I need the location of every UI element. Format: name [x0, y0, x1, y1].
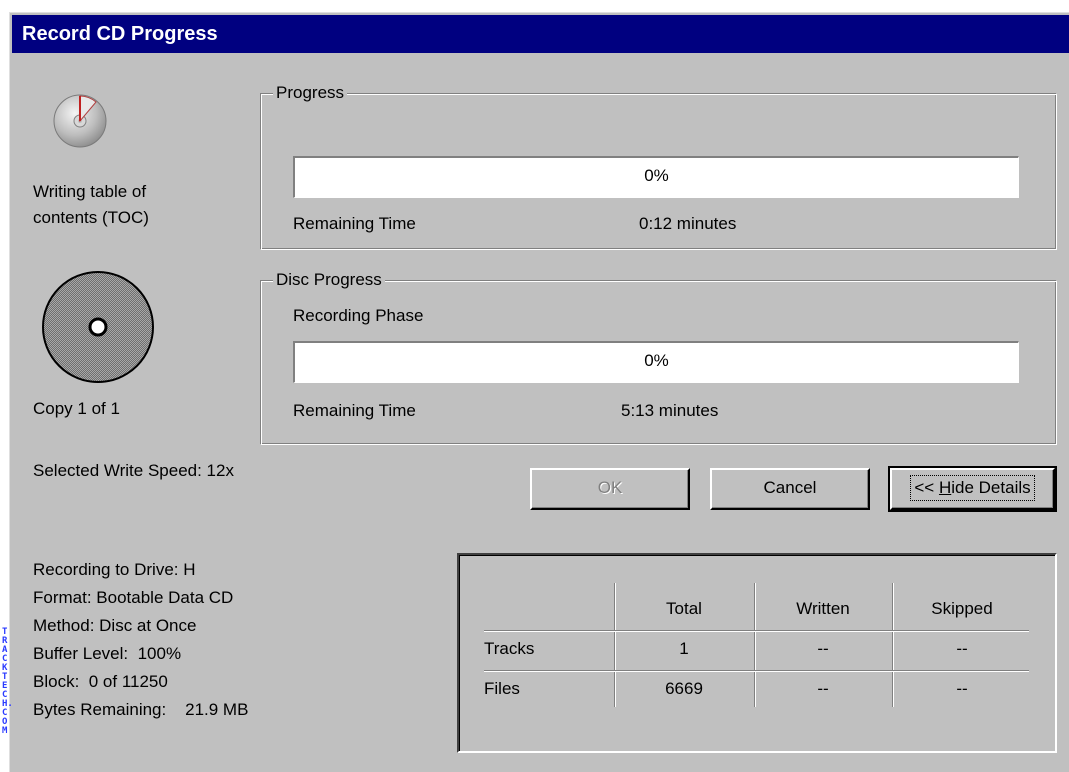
status-text: Writing table of contents (TOC): [33, 179, 149, 231]
hide-details-prefix: <<: [914, 478, 939, 497]
recording-phase: Recording Phase: [293, 306, 424, 325]
stats-header-written: Written: [796, 599, 850, 618]
disc-progress-group: Disc Progress Recording Phase 0% Remaini…: [260, 269, 1057, 445]
stats-header-skipped: Skipped: [931, 599, 993, 618]
stats-header-total: Total: [666, 599, 702, 618]
stats-row-divider: [484, 630, 1029, 632]
stats-row-label: Files: [484, 679, 520, 698]
cancel-button[interactable]: Cancel: [710, 468, 870, 510]
status-text-line2: contents (TOC): [33, 208, 149, 227]
watermark-text: TRACKTECH.COM: [2, 627, 13, 736]
remaining-time-label: Remaining Time: [293, 214, 416, 233]
detail-block: Block: 0 of 11250: [33, 672, 168, 691]
stats-files-total: 6669: [665, 679, 703, 698]
stats-row-divider: [484, 670, 1029, 672]
disc-remaining-time-value: 5:13 minutes: [621, 401, 719, 420]
progress-group: Progress 0% Remaining Time 0:12 minutes: [260, 82, 1057, 250]
ok-button-label: OK: [597, 478, 623, 497]
cd-writing-icon: [50, 89, 110, 149]
stats-tracks-written: --: [817, 639, 829, 658]
disc-progress-group-title: Disc Progress: [273, 269, 385, 291]
title-bar[interactable]: Record CD Progress: [12, 15, 1069, 53]
hide-details-focus: << Hide Details: [910, 475, 1035, 501]
progress-bar: 0%: [293, 156, 1019, 198]
progress-group-title: Progress: [273, 82, 348, 104]
status-text-line1: Writing table of: [33, 182, 147, 201]
stats-table: Total Written Skipped Tracks 1 -- -- Fil…: [457, 553, 1057, 753]
hide-details-button[interactable]: << Hide Details: [888, 466, 1057, 512]
ok-button[interactable]: OK: [530, 468, 690, 510]
disc-progress-bar: 0%: [293, 341, 1019, 383]
disc-icon: [40, 269, 158, 387]
detail-method: Method: Disc at Once: [33, 616, 197, 635]
stats-files-skipped: --: [956, 679, 968, 698]
detail-drive: Recording to Drive: H: [33, 560, 196, 579]
detail-bytes-remaining: Bytes Remaining: 21.9 MB: [33, 700, 249, 719]
window-title: Record CD Progress: [22, 23, 218, 45]
progress-percent: 0%: [644, 166, 669, 185]
hide-details-mnemonic: H: [938, 478, 952, 497]
write-speed: Selected Write Speed: 12x: [33, 461, 234, 480]
record-cd-progress-window: Record CD Progress Writing table of cont…: [9, 12, 1069, 772]
hide-details-rest: ide Details: [951, 478, 1031, 497]
disc-remaining-time-label: Remaining Time: [293, 401, 416, 420]
detail-buffer: Buffer Level: 100%: [33, 644, 182, 663]
cancel-button-label: Cancel: [763, 478, 817, 497]
copy-count: Copy 1 of 1: [33, 399, 120, 418]
stats-tracks-total: 1: [679, 639, 689, 658]
stats-tracks-skipped: --: [956, 639, 968, 658]
detail-format: Format: Bootable Data CD: [33, 588, 234, 607]
recording-details: Recording to Drive: H Format: Bootable D…: [33, 556, 248, 724]
remaining-time-value: 0:12 minutes: [639, 214, 737, 233]
stats-row-label: Tracks: [484, 639, 535, 658]
stats-files-written: --: [817, 679, 829, 698]
disc-progress-percent: 0%: [644, 351, 669, 370]
